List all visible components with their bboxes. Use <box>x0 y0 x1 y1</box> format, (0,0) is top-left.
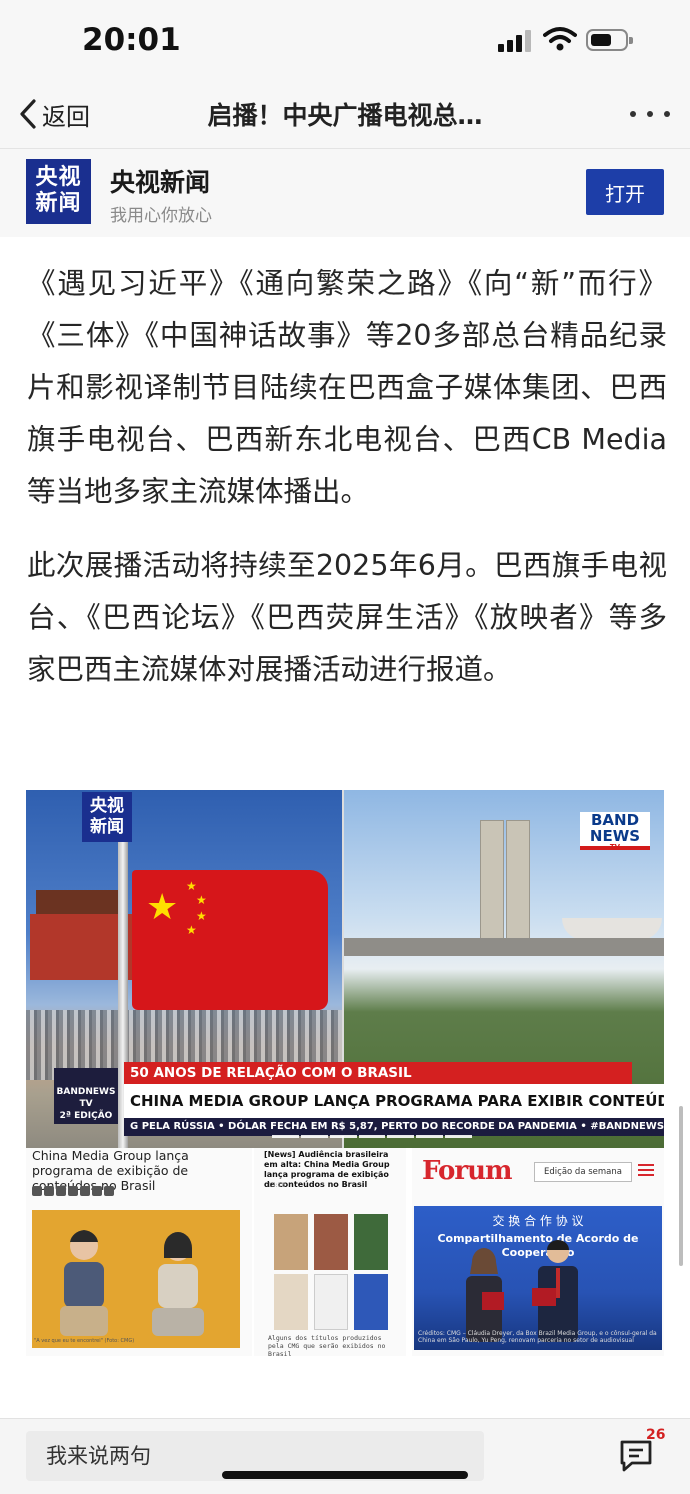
wifi-icon <box>543 26 577 56</box>
clip-caption: Alguns dos títulos produzidos pela CMG q… <box>268 1334 386 1358</box>
coverage-clip-1: China Media Group lança programa de exib… <box>26 1148 252 1356</box>
status-time: 20:01 <box>82 22 181 58</box>
coverage-clip-2: [News] Audiência brasileira em alta: Chi… <box>254 1148 406 1358</box>
share-icons <box>32 1186 114 1196</box>
photo-credit: Créditos: CMG – Cláudia Dreyer, da Box B… <box>418 1330 657 1344</box>
more-options-icon[interactable] <box>630 104 670 124</box>
edition-button: Edição da semana <box>534 1162 632 1182</box>
source-name[interactable]: 央视新闻 <box>110 163 210 199</box>
battery-icon <box>586 29 633 51</box>
menu-icon <box>638 1164 654 1176</box>
lower-third-kicker: 50 ANOS DE RELAÇÃO COM O BRASIL <box>124 1062 632 1084</box>
logo-line-2: 新闻 <box>35 191 82 216</box>
cellular-signal-icon <box>498 30 532 52</box>
poster <box>274 1214 308 1270</box>
bandnews-logo: BAND NEWS TV <box>580 812 650 851</box>
ceremony-photo: 交 换 合 作 协 议 Compartilhamento de Acordo d… <box>414 1206 662 1350</box>
chinese-flag: ★ ★ ★ ★ ★ <box>132 870 328 1010</box>
drama-photo: "A vez que eu te encontrei" (Foto: CMG) <box>32 1210 240 1348</box>
comment-bar: 我来说两句 26 <box>0 1418 690 1494</box>
comment-count-badge: 26 <box>646 1427 666 1443</box>
logo-line-1: 央视 <box>35 165 82 190</box>
actor-figure <box>60 1230 108 1336</box>
news-ticker: G PELA RÚSSIA • DÓLAR FECHA EM R$ 5,87, … <box>124 1118 664 1136</box>
scrollbar[interactable] <box>679 1106 683 1266</box>
chevron-left-icon <box>20 99 36 129</box>
status-bar: 20:01 <box>0 0 690 82</box>
coverage-clip-3: Forum Edição da semana 交 换 合 作 协 议 Compa… <box>412 1148 664 1356</box>
article-paragraph: 《遇见习近平》《通向繁荣之路》《向“新”而行》《三体》《中国神话故事》等20多部… <box>27 267 667 508</box>
poster <box>314 1214 348 1270</box>
home-indicator[interactable] <box>222 1471 468 1479</box>
page-title: 启播！中央广播电视总… <box>207 101 483 130</box>
comment-icon[interactable] <box>618 1437 658 1477</box>
poster <box>314 1274 348 1330</box>
program-brand-box: BANDNEWS TV 2ª EDIÇÃO <box>54 1068 118 1124</box>
source-slogan: 我用心你放心 <box>110 206 212 226</box>
article-image[interactable]: ★ ★ ★ ★ ★ 央视 新闻 BAND NEWS TV BANDNEWS TV… <box>26 790 664 1358</box>
source-header: 央视 新闻 央视新闻 我用心你放心 打开 <box>0 149 690 237</box>
cctv-news-logo[interactable]: 央视 新闻 <box>26 159 91 224</box>
actress-figure <box>152 1232 204 1336</box>
back-button[interactable]: 返回 <box>18 94 90 134</box>
back-label: 返回 <box>42 102 90 131</box>
poster <box>354 1274 388 1330</box>
cctv-watermark-logo: 央视 新闻 <box>82 792 132 842</box>
open-app-button[interactable]: 打开 <box>586 169 664 215</box>
navigation-bar: 返回 启播！中央广播电视总… <box>0 82 690 149</box>
poster <box>274 1274 308 1330</box>
lower-third-headline: CHINA MEDIA GROUP LANÇA PROGRAMA PARA EX… <box>124 1084 664 1118</box>
article-body: 《遇见习近平》《通向繁荣之路》《向“新”而行》《三体》《中国神话故事》等20多部… <box>27 258 667 718</box>
tv-broadcast-screenshot: ★ ★ ★ ★ ★ 央视 新闻 BAND NEWS TV BANDNEWS TV… <box>26 790 664 1148</box>
article-paragraph: 此次展播活动将持续至2025年6月。巴西旗手电视台、《巴西论坛》《巴西荧屏生活》… <box>27 549 667 686</box>
video-progress-indicator <box>272 1135 473 1139</box>
poster <box>354 1214 388 1270</box>
forum-logo: Forum <box>422 1156 512 1186</box>
media-coverage-collage: China Media Group lança programa de exib… <box>26 1148 664 1358</box>
